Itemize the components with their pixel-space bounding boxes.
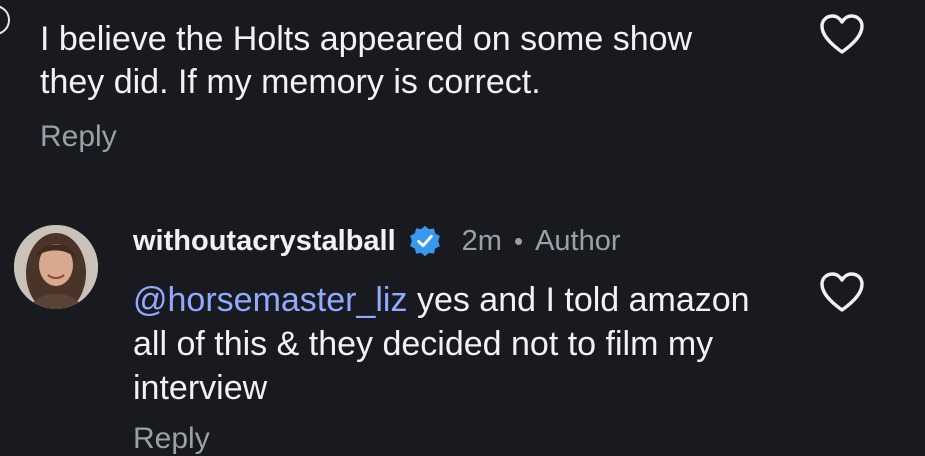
comment-text: @horsemaster_liz yes and I told amazon a…	[133, 278, 773, 410]
avatar[interactable]	[0, 5, 10, 35]
author-badge: Author	[535, 224, 621, 257]
comment-text: I believe the Holts appeared on some sho…	[40, 20, 693, 101]
heart-outline-icon[interactable]	[818, 270, 866, 314]
separator-dot: •	[513, 225, 524, 256]
reply-button[interactable]: Reply	[133, 422, 210, 456]
mention-link[interactable]: @horsemaster_liz	[133, 281, 408, 319]
avatar-image	[14, 225, 98, 309]
heart-outline-icon[interactable]	[818, 12, 866, 56]
timestamp: 2m	[461, 224, 502, 257]
verified-badge-icon	[409, 225, 440, 257]
avatar[interactable]	[14, 225, 98, 309]
username[interactable]: withoutacrystalball	[133, 225, 396, 258]
reply-button[interactable]: Reply	[40, 120, 117, 154]
comment-header: withoutacrystalball 2m • Author	[133, 220, 621, 262]
comment-item: withoutacrystalball 2m • Author @horsema…	[0, 200, 925, 455]
comment-item: I believe the Holts appeared on some sho…	[0, 0, 925, 200]
